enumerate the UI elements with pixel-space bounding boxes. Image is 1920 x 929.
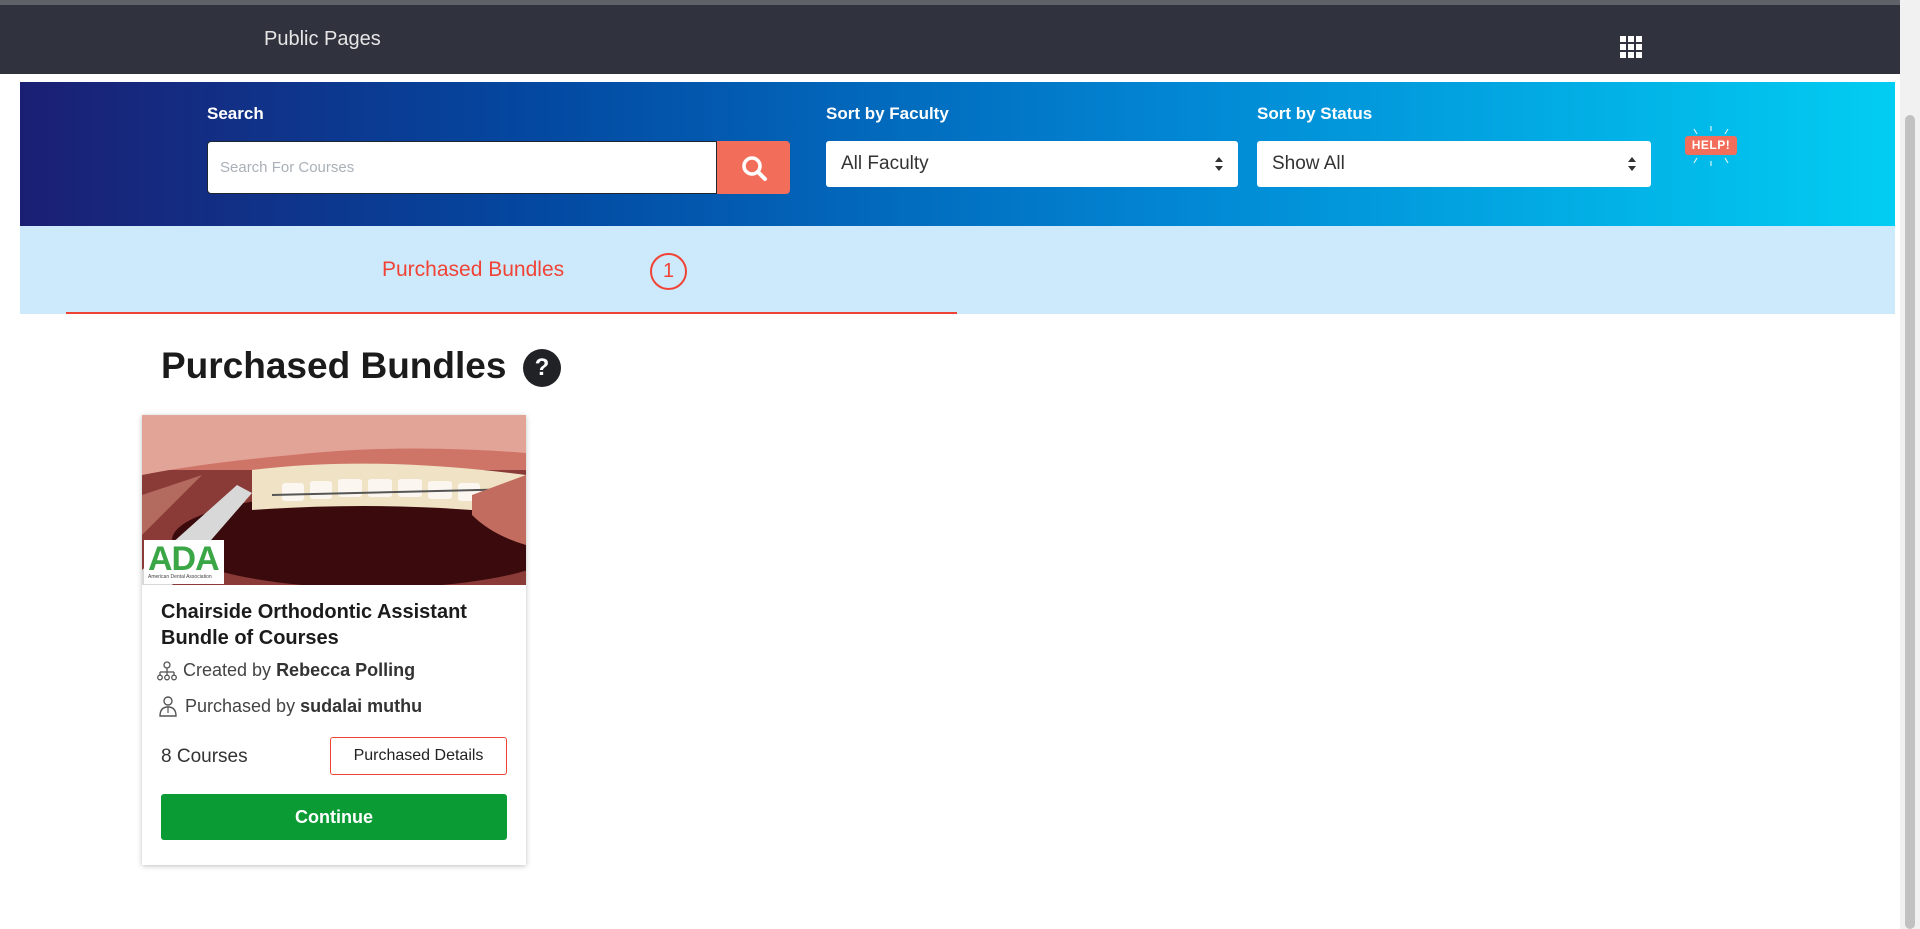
- bundle-card: ADA American Dental Association Chairsid…: [142, 415, 526, 865]
- filter-banner: Search Sort by Faculty All Faculty Sort …: [20, 82, 1895, 226]
- status-label: Sort by Status: [1257, 104, 1373, 123]
- search-button[interactable]: [717, 141, 790, 194]
- course-count: 8 Courses: [161, 746, 248, 767]
- faculty-select[interactable]: All Faculty: [826, 141, 1238, 187]
- created-by-name: Rebecca Polling: [276, 660, 416, 680]
- tab-count-badge: 1: [650, 253, 687, 290]
- search-label: Search: [207, 104, 264, 123]
- tab-label: Purchased Bundles: [382, 258, 565, 281]
- continue-button[interactable]: Continue: [161, 794, 507, 840]
- purchased-by-name: sudalai muthu: [300, 695, 423, 716]
- search-icon: [741, 155, 767, 181]
- bundle-image[interactable]: ADA American Dental Association: [142, 415, 526, 585]
- select-arrows-icon: [1628, 157, 1636, 171]
- faculty-label: Sort by Faculty: [826, 104, 949, 123]
- bundle-title[interactable]: Chairside Orthodontic Assistant Bundle o…: [161, 599, 511, 651]
- scrollbar-thumb[interactable]: [1905, 115, 1915, 929]
- page-scrollbar[interactable]: [1900, 0, 1920, 929]
- question-help-icon[interactable]: ?: [523, 349, 561, 387]
- created-by-row: Created by Rebecca Polling: [157, 660, 415, 681]
- status-select[interactable]: Show All: [1257, 141, 1651, 187]
- tab-purchased-bundles[interactable]: Purchased Bundles 1: [66, 226, 957, 314]
- user-icon: [159, 696, 177, 717]
- page-title: Purchased Bundles: [161, 345, 507, 386]
- help-button[interactable]: HELP!: [1682, 124, 1740, 168]
- purchased-details-button[interactable]: Purchased Details: [330, 737, 507, 775]
- apps-grid-icon[interactable]: [1620, 36, 1642, 58]
- org-chart-icon: [157, 660, 177, 680]
- ada-logo: ADA American Dental Association: [144, 540, 224, 584]
- faculty-select-value: All Faculty: [841, 153, 929, 174]
- purchased-by-row: Purchased by sudalai muthu: [157, 695, 422, 717]
- select-arrows-icon: [1215, 157, 1223, 171]
- purchased-prefix: Purchased by: [185, 695, 296, 716]
- ada-logo-subtitle: American Dental Association: [148, 574, 212, 580]
- tabs-bar: Purchased Bundles 1: [20, 226, 1895, 314]
- public-pages-link[interactable]: Public Pages: [264, 28, 381, 51]
- created-prefix: Created by: [183, 660, 272, 680]
- help-label: HELP!: [1691, 138, 1731, 152]
- search-group: [207, 141, 790, 194]
- status-select-value: Show All: [1272, 153, 1345, 174]
- top-navbar: Public Pages: [0, 5, 1900, 74]
- search-input[interactable]: [207, 141, 717, 194]
